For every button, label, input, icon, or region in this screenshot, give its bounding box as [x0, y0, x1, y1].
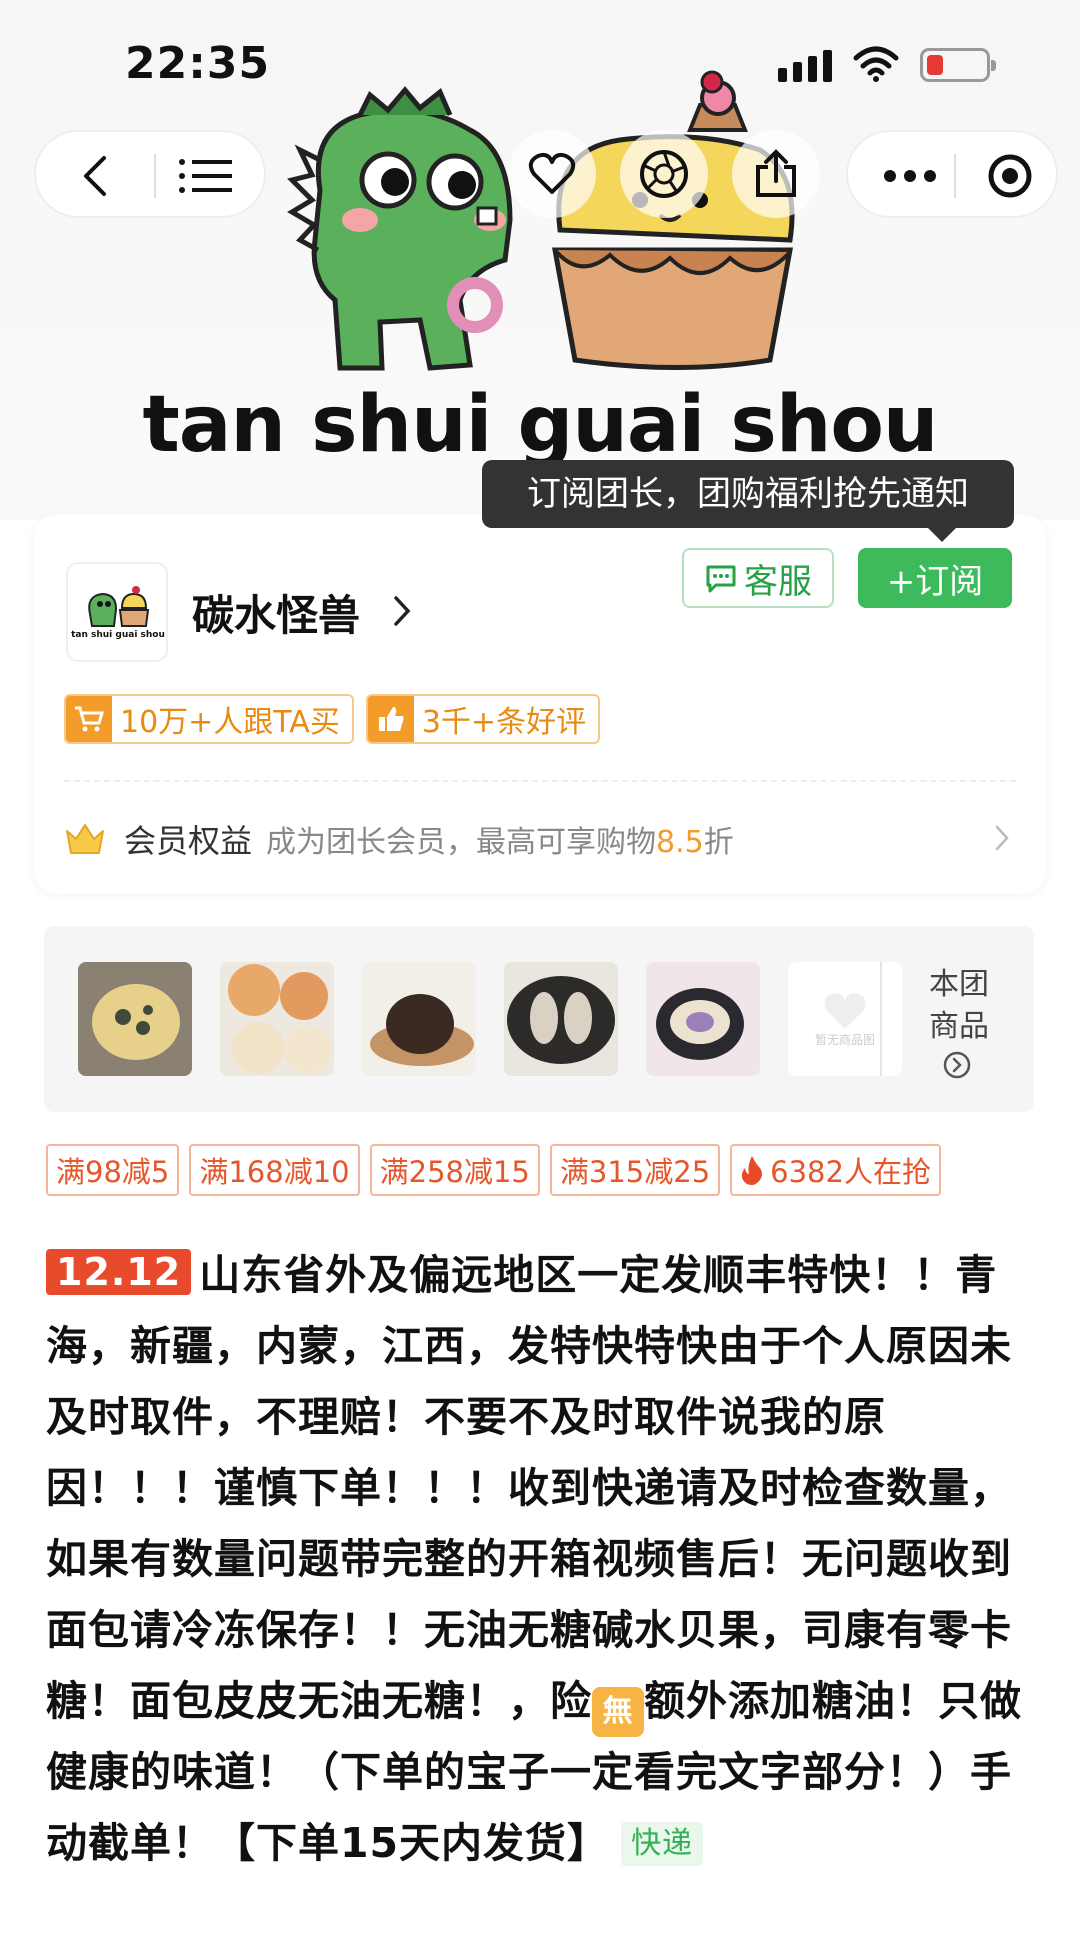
followers-badge-text: 10万+人跟TA买 — [120, 705, 340, 740]
nav-capsule-right — [846, 130, 1058, 218]
customer-service-button[interactable]: 客服 — [682, 548, 834, 608]
product-thumbnail[interactable] — [646, 962, 760, 1076]
product-thumbnail-placeholder[interactable]: 暂无商品图 — [788, 962, 902, 1076]
all-products-link[interactable]: 本团 商品 — [914, 964, 1004, 1048]
page: tan shui guai shou 22:35 tan shui guai s… — [0, 0, 1080, 1957]
wifi-icon — [853, 46, 899, 82]
product-description: 12.12 山东省外及偏远地区一定发顺丰特快！！青海，新疆，内蒙，江西，发特快特快… — [46, 1240, 1036, 1879]
store-logo-image — [88, 586, 150, 627]
capsule-divider — [954, 154, 956, 198]
store-badges: 10万+人跟TA买 3千+条好评 — [64, 694, 601, 744]
followers-badge: 10万+人跟TA买 — [64, 694, 354, 744]
chat-bubble-icon — [706, 565, 736, 593]
share-button[interactable] — [732, 130, 820, 218]
card-divider — [64, 780, 1016, 782]
all-products-label-1: 本团 — [929, 967, 989, 1002]
product-thumbnail[interactable] — [220, 962, 334, 1076]
store-card: tan shui guai shou 碳水怪兽 客服 +订阅 10万+人跟TA买 — [34, 514, 1046, 894]
chevron-right-icon[interactable] — [392, 594, 412, 628]
member-benefits-title: 会员权益 — [124, 822, 253, 860]
crown-icon — [66, 824, 104, 854]
coupon-tag[interactable]: 满258减15 — [369, 1144, 540, 1196]
product-thumbnail[interactable] — [78, 962, 192, 1076]
store-logo-text: tan shui guai shou — [71, 630, 165, 640]
coupon-tag[interactable]: 满98减5 — [46, 1144, 180, 1196]
nav-actions — [508, 130, 820, 218]
hot-count-tag: 6382人在抢 — [730, 1144, 941, 1196]
status-time: 22:35 — [125, 38, 271, 89]
placeholder-text: 暂无商品图 — [814, 1032, 875, 1047]
banner-brand-text: tan shui guai shou — [142, 380, 939, 470]
double-12-tag: 12.12 — [46, 1249, 192, 1295]
back-icon[interactable] — [80, 154, 110, 198]
store-name[interactable]: 碳水怪兽 — [192, 582, 360, 643]
battery-level — [927, 55, 943, 75]
subscribe-tooltip: 订阅团长，团购福利抢先通知 — [482, 460, 1014, 542]
coupon-row: 满98减5 满168减10 满258减15 满315减25 6382人在抢 — [46, 1144, 941, 1196]
coupon-tag[interactable]: 满315减25 — [549, 1144, 721, 1196]
share-icon — [756, 149, 796, 197]
reviews-badge-text: 3千+条好评 — [421, 705, 587, 740]
fire-icon — [742, 1156, 763, 1185]
all-products-label-2: 商品 — [929, 1009, 989, 1044]
heart-placeholder-icon — [824, 992, 866, 1029]
product-strip: 暂无商品图 本团 商品 — [44, 926, 1034, 1112]
description-text: 山东省外及偏远地区一定发顺丰特快！！青海，新疆，内蒙，江西，发特快特快由于个人原… — [46, 1251, 1012, 1725]
menu-icon[interactable] — [178, 158, 234, 194]
strip-divider — [880, 962, 882, 1076]
no-badge-icon: 無 — [592, 1687, 644, 1737]
product-thumbnail[interactable] — [362, 962, 476, 1076]
thumbs-up-icon — [367, 696, 414, 742]
customer-service-label: 客服 — [744, 561, 812, 602]
nav-capsule-left — [34, 130, 266, 218]
dinosaur-illustration — [287, 86, 513, 371]
coupon-tag[interactable]: 满168减10 — [189, 1144, 360, 1196]
chevron-right-icon[interactable] — [994, 824, 1010, 852]
shutter-button[interactable] — [620, 130, 708, 218]
shutter-icon — [640, 150, 688, 198]
member-discount: 8.5 — [656, 825, 704, 860]
target-icon[interactable] — [988, 154, 1032, 198]
cellular-signal-icon — [778, 50, 832, 82]
capsule-divider — [154, 154, 156, 198]
reviews-badge: 3千+条好评 — [365, 694, 601, 744]
store-logo[interactable]: tan shui guai shou — [66, 562, 168, 662]
cart-icon — [66, 696, 112, 742]
more-icon[interactable] — [884, 170, 936, 182]
status-bar: 22:35 — [0, 0, 1080, 120]
member-benefits-desc: 成为团长会员，最高可享购物8.5折 — [266, 825, 734, 860]
express-tag: 快递 — [621, 1822, 704, 1866]
favorite-button[interactable] — [508, 130, 596, 218]
product-thumbnail[interactable] — [504, 962, 618, 1076]
hot-count-text: 6382人在抢 — [770, 1155, 931, 1189]
battery-icon — [920, 48, 996, 82]
member-benefits-row[interactable]: 会员权益 成为团长会员，最高可享购物8.5折 — [64, 810, 1016, 868]
chevron-circle-icon[interactable] — [942, 1050, 972, 1080]
subscribe-button[interactable]: +订阅 — [858, 548, 1012, 608]
heart-icon — [528, 152, 576, 194]
